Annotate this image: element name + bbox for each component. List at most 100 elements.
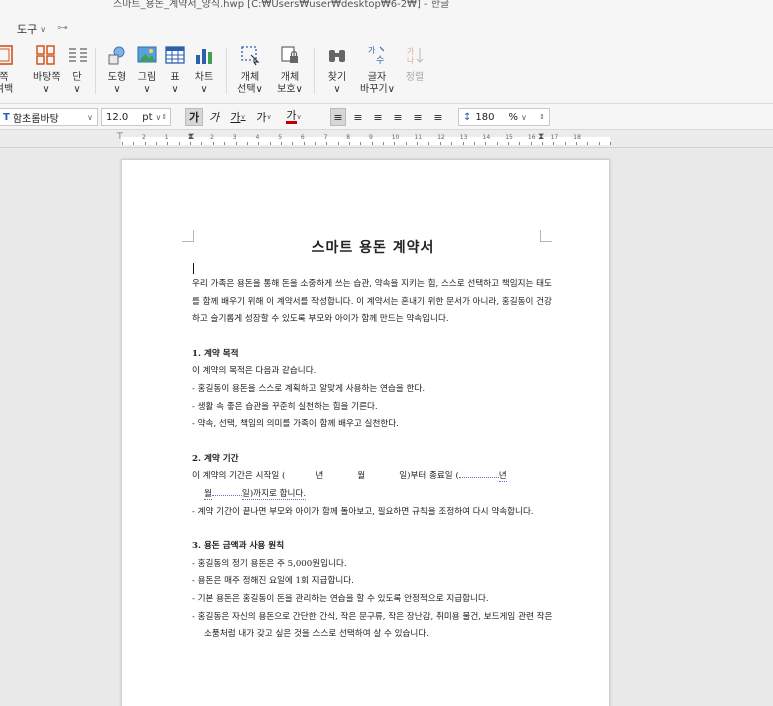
align-right-button[interactable]: ≡ xyxy=(390,108,406,126)
sort-icon: 가나 xyxy=(407,47,424,65)
ruler-number: 6 xyxy=(300,134,305,141)
ruler-tick xyxy=(133,142,135,145)
shape-icon xyxy=(108,46,125,65)
chevron-down-icon: ∨ xyxy=(40,24,47,34)
find-button[interactable]: 찾기 ∨ xyxy=(325,44,349,96)
svg-text:나: 나 xyxy=(407,56,415,65)
ruler-tick xyxy=(349,142,350,145)
font-size-field[interactable]: 12.0 pt ∨ ⇕ xyxy=(101,108,171,126)
page-margin-label: 쪽 xyxy=(0,72,9,83)
align-left-button[interactable]: ≡ xyxy=(350,108,366,126)
table-button[interactable]: 표 ∨ xyxy=(163,44,187,96)
section-1-heading: 1. 계약 목적 xyxy=(192,348,239,359)
align-right-icon: ≡ xyxy=(393,110,403,124)
line-spacing-value: 180 xyxy=(475,111,495,123)
ribbon-divider xyxy=(226,48,227,94)
document-page[interactable]: 스마트 용돈 계약서 우리 가족은 용돈을 통해 돈을 소중하게 쓰는 습관, … xyxy=(121,159,610,706)
column-label: 단 xyxy=(72,72,82,83)
protect-object-label: 개체 xyxy=(280,72,300,83)
section-3-item: - 홍길동의 정기 용돈은 주 5,000원입니다. xyxy=(192,558,347,569)
title-bar: 스마트_용돈_계약서_양식.hwp [C:₩Users₩user₩desktop… xyxy=(0,0,773,12)
ruler-number: 8 xyxy=(346,134,351,141)
shape-label: 도형 xyxy=(107,72,127,83)
ruler-tick xyxy=(462,142,464,145)
replace-button[interactable]: 가수 글자 바꾸기∨ xyxy=(360,44,395,96)
ruler-tick xyxy=(224,142,226,145)
document-body[interactable]: 스마트 용돈 계약서 우리 가족은 용돈을 통해 돈을 소중하게 쓰는 습관, … xyxy=(192,238,554,644)
shape-button[interactable]: 도형 ∨ xyxy=(105,44,129,96)
ruler-tick xyxy=(383,142,385,145)
protect-object-button[interactable]: 개체 보호∨ xyxy=(277,44,303,96)
chart-button[interactable]: 차트 ∨ xyxy=(192,44,216,96)
ruler-number: 12 xyxy=(437,134,445,141)
select-object-icon xyxy=(241,46,260,66)
bold-button[interactable]: 가 xyxy=(185,108,203,126)
page-margin-button[interactable]: 쪽 여백 xyxy=(0,44,14,96)
pin-icon[interactable]: ⊶ xyxy=(57,21,68,34)
divide-button[interactable]: ≡ xyxy=(430,108,446,126)
column-icon xyxy=(69,48,87,62)
ruler-indent-marker[interactable]: ⧗ xyxy=(188,132,194,142)
ruler-tick xyxy=(212,142,214,145)
font-select[interactable]: T 함초롬바탕 ∨ xyxy=(0,108,98,126)
ruler-number: 2 xyxy=(210,134,214,141)
ruler-tick xyxy=(235,142,237,145)
format-toolbar: T 함초롬바탕 ∨ 12.0 pt ∨ ⇕ 가 가 가 ∨ 가 ∨ 가 ∨ ≡ ≡ ≡… xyxy=(0,104,773,130)
section-1-item: - 홍길동이 용돈을 스스로 계획하고 알맞게 사용하는 연습을 한다. xyxy=(192,383,426,394)
chevron-down-icon: ∨ xyxy=(87,112,93,122)
underline-button[interactable]: 가 ∨ xyxy=(227,108,249,126)
align-left-icon: ≡ xyxy=(353,110,363,124)
justify-button[interactable]: ≡ xyxy=(330,108,346,126)
document-title: 스마트 용돈 계약서 xyxy=(311,240,435,256)
page-margin-label-2: 여백 xyxy=(0,84,14,95)
sort-button: 가나 정렬 xyxy=(403,44,427,84)
ruler-tick xyxy=(439,142,441,145)
background-page-button[interactable]: 바탕쪽 ∨ xyxy=(33,44,61,96)
column-button[interactable]: 단 ∨ xyxy=(67,44,87,96)
ruler-tick xyxy=(371,142,373,145)
ruler-tick xyxy=(598,142,600,145)
ruler-tick xyxy=(564,142,566,145)
page-margin-icon xyxy=(0,45,13,65)
ruler-number: 18 xyxy=(573,134,581,141)
ruler-tick xyxy=(576,142,577,145)
ruler-tick xyxy=(303,142,305,145)
select-object-button[interactable]: 개체 선택∨ xyxy=(237,44,263,96)
line-spacing-field[interactable]: ↕ 180 % ∨ ⇕ xyxy=(458,108,550,126)
strikethrough-button[interactable]: 가 ∨ xyxy=(253,108,275,126)
ruler-tick xyxy=(394,142,396,145)
section-3-item: - 기본 용돈은 홍길동이 돈을 관리하는 연습을 할 수 있도록 안정적으로 … xyxy=(192,593,489,604)
ribbon-divider xyxy=(95,48,96,94)
tools-menu-label: 도구 xyxy=(17,23,38,36)
section-3-item: - 홍길동은 자신의 용돈으로 간단한 간식, 작은 문구류, 작은 장난감, … xyxy=(192,611,553,640)
italic-button[interactable]: 가 xyxy=(207,108,221,126)
ruler-tick xyxy=(360,142,362,145)
background-page-label: 바탕쪽 xyxy=(33,72,61,83)
ribbon-toolbar: 쪽 여백 바탕쪽 ∨ 단 ∨ 도형 ∨ 그림 ∨ 표 ∨ xyxy=(0,42,773,104)
spin-icon[interactable]: ⇕ xyxy=(161,113,167,121)
spin-icon[interactable]: ⇕ xyxy=(539,113,545,121)
ruler-right-marker[interactable]: ⧗ xyxy=(538,132,544,142)
section-2-heading: 2. 계약 기간 xyxy=(192,453,239,464)
table-label: 표 xyxy=(170,72,180,83)
ruler-tick xyxy=(167,142,169,145)
tools-menu[interactable]: 도구 ∨ xyxy=(17,21,46,37)
picture-button[interactable]: 그림 ∨ xyxy=(135,44,159,96)
ruler-tick xyxy=(292,142,294,145)
window-title: 스마트_용돈_계약서_양식.hwp [C:₩Users₩user₩desktop… xyxy=(113,0,450,10)
ruler-margin-marker[interactable]: ⊤ xyxy=(116,132,124,142)
select-object-label: 개체 xyxy=(240,72,260,83)
ruler-number: 1 xyxy=(164,134,169,141)
ruler-tick xyxy=(405,142,407,145)
svg-text:수: 수 xyxy=(376,55,384,66)
font-color-button[interactable]: 가 ∨ xyxy=(281,108,307,126)
ruler-tick xyxy=(530,142,532,145)
horizontal-ruler[interactable]: 2 1 1 2 3 4 5 6 7 8 9 10 11 12 13 14 15 16 17 18 ⊤ ⧗ ⧗ xyxy=(0,130,773,148)
font-name: 함초롬바탕 xyxy=(12,113,59,125)
ruler-tick xyxy=(451,142,453,145)
distribute-button[interactable]: ≡ xyxy=(410,108,426,126)
align-center-button[interactable]: ≡ xyxy=(370,108,386,126)
ruler-band xyxy=(121,137,610,145)
chevron-down-icon: ∨ xyxy=(42,84,50,95)
ruler-tick xyxy=(201,142,203,145)
